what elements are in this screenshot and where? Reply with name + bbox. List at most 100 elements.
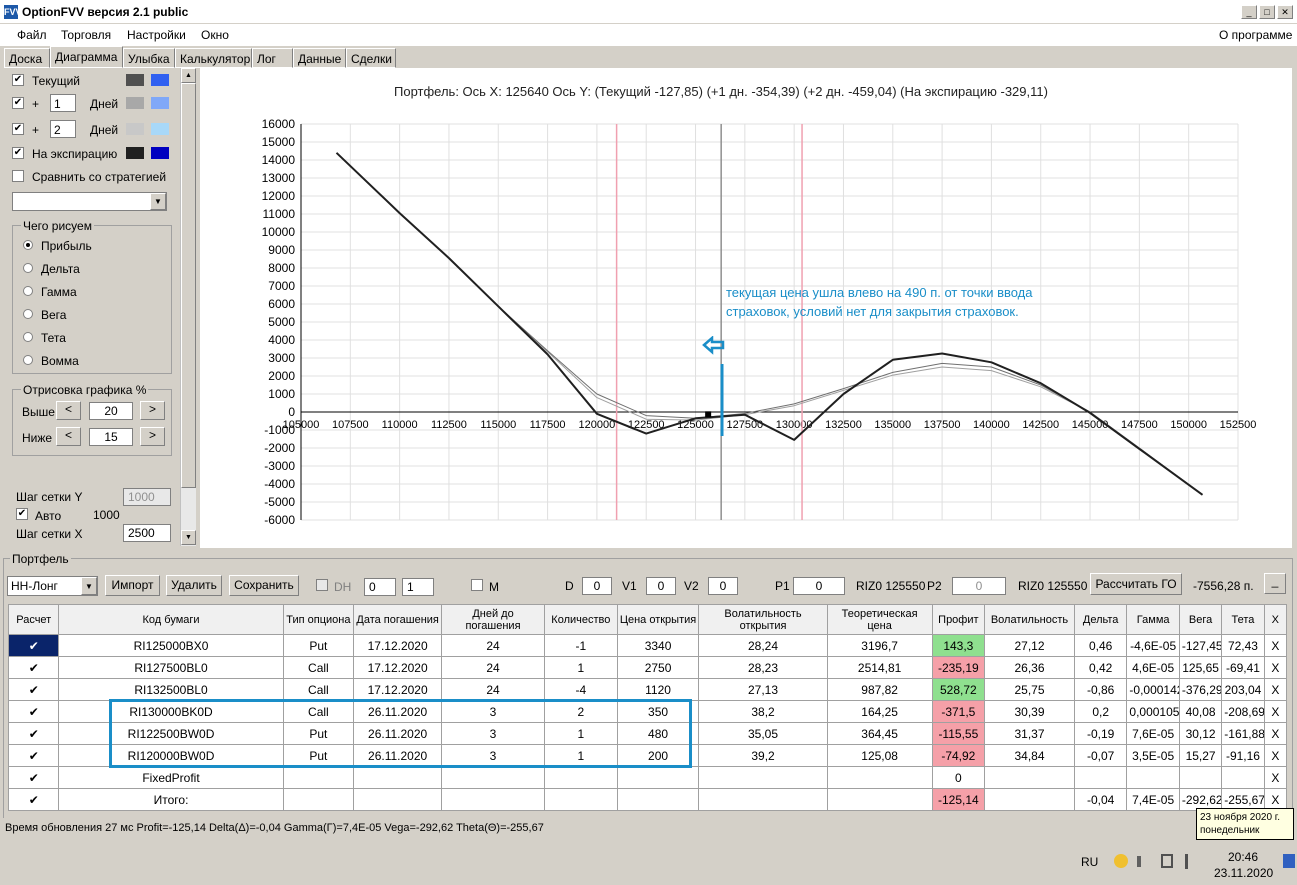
table-cell bbox=[698, 766, 828, 789]
column-header[interactable]: X bbox=[1263, 604, 1288, 635]
table-cell: -208,69 bbox=[1221, 700, 1265, 723]
calc-checkbox[interactable]: ✔ bbox=[7, 788, 60, 811]
table-cell: -371,5 bbox=[931, 700, 986, 723]
table-cell: 3340 bbox=[616, 634, 700, 657]
v2-input[interactable]: 0 bbox=[708, 577, 738, 595]
table-cell bbox=[1126, 766, 1180, 789]
column-header[interactable]: Волатильность bbox=[984, 604, 1075, 635]
table-cell bbox=[353, 788, 443, 811]
v1-label: V1 bbox=[622, 579, 637, 593]
flag-icon[interactable] bbox=[1185, 854, 1188, 869]
calc-checkbox[interactable]: ✔ bbox=[7, 700, 60, 723]
column-header[interactable]: Волатильность открытия bbox=[698, 604, 828, 635]
table-cell: 0,2 bbox=[1073, 700, 1128, 723]
delete-row-button[interactable]: X bbox=[1263, 678, 1288, 701]
riz-1-label: RIZ0 125550 bbox=[856, 579, 926, 593]
delete-row-button[interactable]: X bbox=[1263, 656, 1288, 679]
table-cell: 17.12.2020 bbox=[353, 678, 443, 701]
m-checkbox[interactable] bbox=[471, 579, 483, 591]
x-tick-label: 120000 bbox=[579, 419, 616, 431]
column-header[interactable]: Цена открытия bbox=[616, 604, 700, 635]
table-cell: RI132500BL0 bbox=[58, 678, 284, 701]
calc-checkbox[interactable]: ✔ bbox=[7, 722, 60, 745]
table-cell: 24 bbox=[441, 678, 545, 701]
y-tick-label: 11000 bbox=[263, 207, 296, 221]
calculate-go-button[interactable]: Рассчитать ГО bbox=[1090, 573, 1182, 595]
delete-row-button[interactable]: X bbox=[1263, 700, 1288, 723]
column-header[interactable]: Теоретическая цена bbox=[826, 604, 933, 635]
table-row[interactable]: ✔ Итого: -125,14 -0,04 7,4E-05 -292,62 -255,67… bbox=[7, 788, 1288, 811]
delete-button[interactable]: Удалить bbox=[166, 575, 222, 596]
v1-input[interactable]: 0 bbox=[646, 577, 676, 595]
column-header[interactable]: Профит bbox=[931, 604, 986, 635]
tray-time[interactable]: 20:46 bbox=[1228, 850, 1258, 864]
delete-row-button[interactable]: X bbox=[1263, 766, 1288, 789]
tooltip-date: 23 ноября 2020 г. bbox=[1200, 812, 1280, 823]
table-cell: Call bbox=[282, 656, 355, 679]
dh-spin-2[interactable]: 1 bbox=[402, 578, 434, 596]
table-cell: 0,42 bbox=[1073, 656, 1128, 679]
column-header[interactable]: Дата погашения bbox=[353, 604, 443, 635]
column-header[interactable]: Дельта bbox=[1073, 604, 1128, 635]
speaker-icon[interactable] bbox=[1137, 856, 1149, 867]
calc-checkbox[interactable]: ✔ bbox=[7, 656, 60, 679]
tray-update-icon[interactable] bbox=[1114, 854, 1128, 868]
x-tick-label: 135000 bbox=[874, 419, 911, 431]
column-header[interactable]: Тип опциона bbox=[282, 604, 355, 635]
table-cell: 125,65 bbox=[1178, 656, 1223, 679]
table-row[interactable]: ✔ RI127500BL0 Call 17.12.2020 24 1 2750 28,23 25… bbox=[7, 656, 1288, 679]
y-tick-label: 16000 bbox=[262, 117, 296, 131]
column-header[interactable]: Вега bbox=[1178, 604, 1223, 635]
calc-checkbox[interactable]: ✔ bbox=[7, 744, 60, 767]
language-indicator[interactable]: RU bbox=[1081, 855, 1098, 869]
portfolio-select[interactable]: НН-Лонг ▼ bbox=[7, 576, 98, 596]
table-cell: 39,2 bbox=[698, 744, 828, 767]
m-label: M bbox=[489, 580, 499, 594]
calc-checkbox[interactable]: ✔ bbox=[7, 678, 60, 701]
dh-checkbox[interactable] bbox=[316, 579, 328, 591]
column-header[interactable]: Расчет bbox=[7, 604, 60, 635]
column-header[interactable]: Код бумаги bbox=[58, 604, 284, 635]
y-tick-label: 8000 bbox=[268, 261, 295, 275]
calc-checkbox[interactable]: ✔ bbox=[7, 634, 60, 657]
delete-row-button[interactable]: X bbox=[1263, 634, 1288, 657]
y-tick-label: 5000 bbox=[268, 315, 295, 329]
table-cell bbox=[543, 788, 618, 811]
table-row[interactable]: ✔ FixedProfit 0 X bbox=[7, 766, 1288, 789]
delete-row-button[interactable]: X bbox=[1263, 744, 1288, 767]
table-row[interactable]: ✔ RI125000BX0 Put 17.12.2020 24 -1 3340 28,24 31… bbox=[7, 634, 1288, 657]
tray-date[interactable]: 23.11.2020 bbox=[1214, 866, 1273, 880]
network-icon[interactable] bbox=[1161, 854, 1173, 868]
table-cell: 143,3 bbox=[931, 634, 986, 657]
import-button[interactable]: Импорт bbox=[105, 575, 160, 596]
table-row[interactable]: ✔ RI132500BL0 Call 17.12.2020 24 -4 1120 27,13 9… bbox=[7, 678, 1288, 701]
table-cell: Call bbox=[282, 678, 355, 701]
table-cell bbox=[616, 766, 700, 789]
table-cell: -0,19 bbox=[1073, 722, 1128, 745]
p2-input[interactable]: 0 bbox=[952, 577, 1006, 595]
d-input[interactable]: 0 bbox=[582, 577, 612, 595]
y-tick-label: 10000 bbox=[262, 225, 296, 239]
show-desktop-icon[interactable] bbox=[1283, 854, 1295, 868]
x-tick-label: 142500 bbox=[1022, 419, 1059, 431]
dh-spin-1[interactable]: 0 bbox=[364, 578, 396, 596]
arrow-left-icon bbox=[702, 336, 725, 355]
calc-checkbox[interactable]: ✔ bbox=[7, 766, 60, 789]
save-button[interactable]: Сохранить bbox=[229, 575, 299, 596]
column-header[interactable]: Количество bbox=[543, 604, 618, 635]
table-cell bbox=[543, 766, 618, 789]
column-header[interactable]: Дней до погашения bbox=[441, 604, 545, 635]
table-cell: 24 bbox=[441, 656, 545, 679]
profit-chart[interactable]: 1600015000140001300012000110001000090008… bbox=[0, 0, 1297, 548]
delete-row-button[interactable]: X bbox=[1263, 722, 1288, 745]
chevron-down-icon[interactable]: ▼ bbox=[81, 577, 97, 595]
column-header[interactable]: Гамма bbox=[1126, 604, 1180, 635]
y-tick-label: 4000 bbox=[268, 333, 295, 347]
annotation-line-1: текущая цена ушла влево на 490 п. от точ… bbox=[726, 285, 1033, 300]
table-cell: 364,45 bbox=[826, 722, 933, 745]
tab-diagram[interactable]: Диаграмма bbox=[50, 46, 123, 68]
column-header[interactable]: Тета bbox=[1221, 604, 1265, 635]
p1-input[interactable]: 0 bbox=[793, 577, 845, 595]
y-tick-label: 9000 bbox=[268, 243, 295, 257]
minimize-panel-button[interactable]: _ bbox=[1264, 573, 1286, 594]
